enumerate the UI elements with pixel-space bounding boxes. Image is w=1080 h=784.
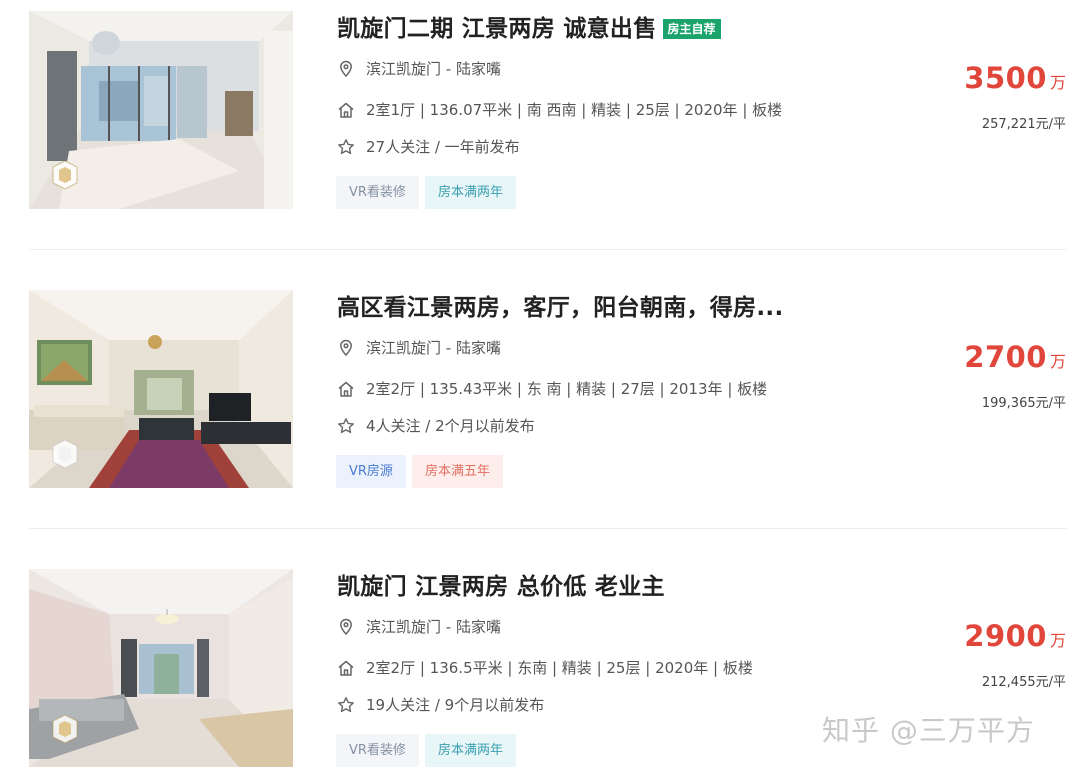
house-info-text: 2室2厅 | 135.43平米 | 东 南 | 精装 | 27层 | 2013年… bbox=[366, 380, 768, 398]
star-icon bbox=[338, 417, 354, 433]
unit-price: 257,221元/平 bbox=[981, 117, 1066, 132]
house-icon bbox=[338, 660, 354, 676]
location-pin-icon bbox=[340, 618, 352, 635]
listing-title[interactable]: 高区看江景两房，客厅，阳台朝南，得房... bbox=[337, 288, 784, 322]
vr-icon bbox=[51, 159, 79, 191]
follow-text: 4人关注 / 2个月以前发布 bbox=[366, 417, 535, 435]
owner-recommend-badge: 房主自荐 bbox=[662, 19, 721, 39]
listing-house-info: 2室1厅 | 136.07平米 | 南 西南 | 精装 | 25层 | 2020… bbox=[337, 99, 782, 120]
tag-vr-listing: VR房源 bbox=[336, 455, 406, 488]
total-price: 3500 万 bbox=[964, 61, 1066, 95]
zhihu-watermark: 知乎 @三万平方 bbox=[822, 714, 1035, 747]
listing-title-text[interactable]: 凯旋门 江景两房 总价低 老业主 bbox=[337, 574, 665, 600]
house-icon bbox=[338, 102, 354, 118]
price-value: 2700 bbox=[964, 340, 1047, 374]
divider bbox=[29, 528, 1067, 529]
price-unit: 万 bbox=[1049, 631, 1066, 650]
listing-house-info: 2室2厅 | 135.43平米 | 东 南 | 精装 | 27层 | 2013年… bbox=[337, 378, 767, 399]
location-link[interactable]: 滨江凯旋门 - 陆家嘴 bbox=[366, 58, 501, 79]
divider bbox=[29, 249, 1067, 250]
price-value: 2900 bbox=[964, 619, 1047, 653]
listing-follow-info: 19人关注 / 9个月以前发布 bbox=[337, 694, 544, 715]
listing-title[interactable]: 凯旋门 江景两房 总价低 老业主 bbox=[337, 567, 665, 601]
listing-follow-info: 4人关注 / 2个月以前发布 bbox=[337, 415, 535, 436]
listing-location: 滨江凯旋门 - 陆家嘴 bbox=[337, 58, 501, 79]
price-value: 3500 bbox=[964, 61, 1047, 95]
listing-title-text[interactable]: 高区看江景两房，客厅，阳台朝南，得房... bbox=[337, 295, 784, 321]
unit-price: 199,365元/平 bbox=[981, 396, 1066, 411]
follow-text: 27人关注 / 一年前发布 bbox=[366, 138, 520, 156]
price-unit: 万 bbox=[1049, 73, 1066, 92]
location-link[interactable]: 滨江凯旋门 - 陆家嘴 bbox=[366, 337, 501, 358]
listing-tags: VR看装修 房本满两年 bbox=[336, 176, 522, 209]
listing-location: 滨江凯旋门 - 陆家嘴 bbox=[337, 616, 501, 637]
listing-card[interactable]: 高区看江景两房，客厅，阳台朝南，得房... 滨江凯旋门 - 陆家嘴 2室2厅 |… bbox=[0, 290, 1080, 505]
price-unit: 万 bbox=[1049, 352, 1066, 371]
house-icon bbox=[338, 381, 354, 397]
tag-vr-decoration: VR看装修 bbox=[336, 176, 419, 209]
location-link[interactable]: 滨江凯旋门 - 陆家嘴 bbox=[366, 616, 501, 637]
listing-follow-info: 27人关注 / 一年前发布 bbox=[337, 136, 520, 157]
listing-house-info: 2室2厅 | 136.5平米 | 东南 | 精装 | 25层 | 2020年 |… bbox=[337, 657, 753, 678]
listing-title-text[interactable]: 凯旋门二期 江景两房 诚意出售 bbox=[337, 16, 657, 42]
tag-five-years: 房本满五年 bbox=[411, 455, 503, 488]
total-price: 2700 万 bbox=[964, 340, 1066, 374]
listing-photo[interactable] bbox=[29, 11, 293, 209]
location-pin-icon bbox=[340, 339, 352, 356]
vr-icon bbox=[51, 713, 79, 745]
unit-price: 212,455元/平 bbox=[981, 675, 1066, 690]
vr-icon bbox=[51, 438, 79, 470]
star-icon bbox=[338, 138, 354, 154]
tag-vr-decoration: VR看装修 bbox=[336, 734, 419, 767]
follow-text: 19人关注 / 9个月以前发布 bbox=[366, 696, 545, 714]
house-info-text: 2室2厅 | 136.5平米 | 东南 | 精装 | 25层 | 2020年 |… bbox=[366, 659, 753, 677]
listing-photo[interactable] bbox=[29, 290, 293, 488]
listing-photo[interactable] bbox=[29, 569, 293, 767]
listing-tags: VR房源 房本满五年 bbox=[336, 455, 509, 488]
listing-tags: VR看装修 房本满两年 bbox=[336, 734, 522, 767]
listing-title[interactable]: 凯旋门二期 江景两房 诚意出售 房主自荐 bbox=[337, 9, 721, 43]
house-info-text: 2室1厅 | 136.07平米 | 南 西南 | 精装 | 25层 | 2020… bbox=[366, 101, 783, 119]
tag-two-years: 房本满两年 bbox=[424, 734, 516, 767]
tag-two-years: 房本满两年 bbox=[424, 176, 516, 209]
total-price: 2900 万 bbox=[964, 619, 1066, 653]
listing-card[interactable]: 凯旋门 江景两房 总价低 老业主 滨江凯旋门 - 陆家嘴 2室2厅 | 136.… bbox=[0, 569, 1080, 784]
listing-card[interactable]: 凯旋门二期 江景两房 诚意出售 房主自荐 滨江凯旋门 - 陆家嘴 2室1厅 | 1… bbox=[0, 11, 1080, 226]
listing-location: 滨江凯旋门 - 陆家嘴 bbox=[337, 337, 501, 358]
star-icon bbox=[338, 696, 354, 712]
location-pin-icon bbox=[340, 60, 352, 77]
